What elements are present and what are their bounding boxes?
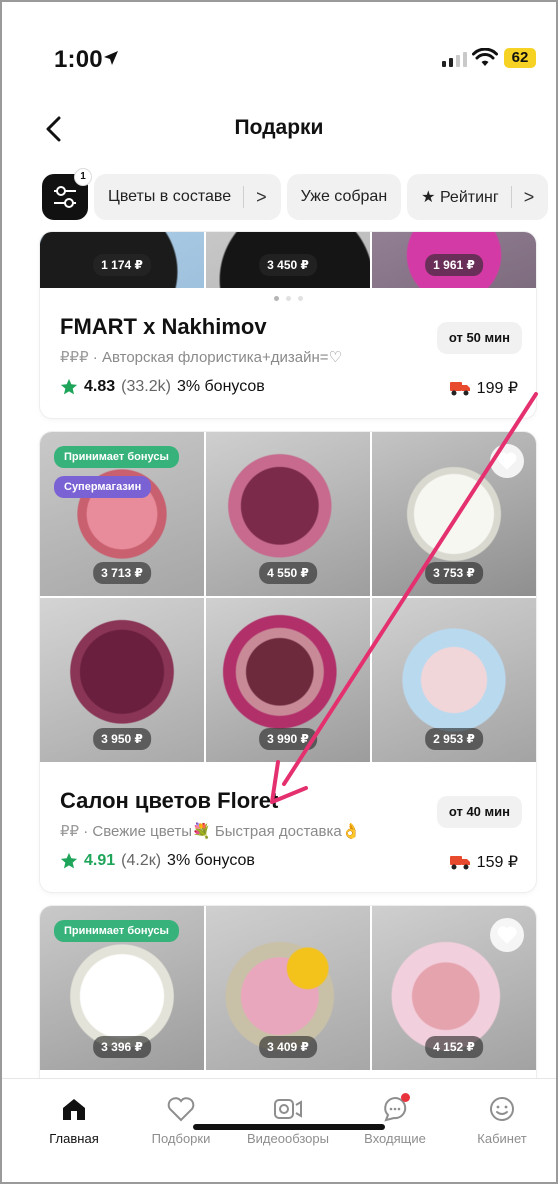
heart-icon [497,452,517,470]
home-indicator[interactable] [193,1124,385,1130]
product-tile[interactable]: 4 550 ₽ [206,432,370,596]
product-price: 1 174 ₽ [93,254,151,276]
delivery-fee-value: 199 ₽ [476,380,518,397]
store-card-fmart[interactable]: 1 174 ₽ 3 450 ₽ 1 961 ₽ FMART x Nakhimov… [40,232,536,418]
tab-inbox[interactable]: Входящие [345,1091,445,1146]
product-tile[interactable]: 3 409 ₽ [206,906,370,1070]
delivery-time-badge: от 40 мин [436,796,522,828]
product-price: 3 409 ₽ [259,1036,317,1058]
store-name[interactable]: FMART x Nakhimov [60,314,267,340]
wifi-icon [472,48,498,66]
location-arrow-icon [104,51,118,65]
status-bar: 1:00 62 [2,2,556,102]
store-name[interactable]: Салон цветов Floret [60,788,278,814]
notification-dot [401,1093,410,1102]
product-tile[interactable]: 1 961 ₽ [372,232,536,288]
bonus-label: 3% бонусов [167,852,255,869]
delivery-truck-icon [449,382,470,396]
store-rating: 4.83 [84,378,116,395]
delivery-truck-icon [449,856,470,870]
tab-video-reviews[interactable]: Видеообзоры [238,1091,338,1146]
heart-icon [167,1097,195,1122]
profile-icon [490,1097,514,1121]
chip-label: Уже собран [300,188,388,205]
store-rating: 4.91 [84,852,116,869]
product-price: 4 550 ₽ [259,562,317,584]
bottom-tab-bar: Главная Подборки Видеообзоры Входящие Ка… [2,1078,556,1182]
product-tile[interactable]: 3 753 ₽ [372,432,536,596]
heart-icon [497,926,517,944]
tab-label: Входящие [364,1131,426,1146]
store-tagline: · Свежие цветы💐 Быстрая доставка👌 [79,823,361,840]
page-title: Подарки [234,116,324,139]
bonus-label: 3% бонусов [176,378,265,395]
price-level: ₽₽ [60,823,80,840]
product-tile[interactable]: 4 152 ₽ [372,906,536,1070]
tab-profile[interactable]: Кабинет [452,1091,552,1146]
tab-label: Кабинет [477,1131,527,1146]
rating-row: 4.91 (4.2к) 3% бонусов [60,852,255,870]
cellular-signal-icon [442,52,467,67]
product-tile[interactable]: 1 174 ₽ [40,232,204,288]
filter-count-badge: 1 [74,168,92,186]
product-price: 3 753 ₽ [425,562,483,584]
product-price: 3 950 ₽ [93,728,151,750]
product-tile[interactable]: 3 450 ₽ [206,232,370,288]
tab-label: Подборки [151,1131,211,1146]
review-count: (33.2k) [121,378,171,395]
chevron-right-icon: > [523,186,535,207]
delivery-time-badge: от 50 мин [436,322,522,354]
video-icon [274,1099,302,1119]
home-icon [63,1099,85,1120]
rating-row: 4.83 (33.2k) 3% бонусов [60,378,265,396]
delivery-fee-value: 159 ₽ [476,854,518,871]
page-header: Подарки [2,102,556,162]
chip-flowers-composition[interactable]: Цветы в составе > [94,174,281,220]
store-card-third[interactable]: Принимает бонусы 3 396 ₽ 3 409 ₽ 4 152 ₽ [40,906,536,1078]
favorite-button[interactable] [490,918,524,952]
store-card-floret[interactable]: Принимает бонусы Супермагазин 3 713 ₽ 4 … [40,432,536,892]
product-tile[interactable]: 3 990 ₽ [206,598,370,762]
chip-already-assembled[interactable]: Уже собран [286,174,402,220]
price-level: ₽₽₽ [60,349,89,366]
star-icon [60,852,78,869]
product-price: 1 961 ₽ [425,254,483,276]
store-description: ₽₽₽ · Авторская флористика+дизайн=♡ [60,348,342,366]
carousel-dots [40,296,536,301]
filter-bar: 1 Цветы в составе > Уже собран ★ Рейтинг… [42,168,549,224]
delivery-fee: 159 ₽ [449,852,518,872]
accepts-bonus-badge: Принимает бонусы [54,446,179,468]
chevron-right-icon: > [256,186,267,207]
favorite-button[interactable] [490,444,524,478]
app-screen: 1:00 62 Подарки 1 Цветы в составе > Уже … [0,0,558,1184]
product-price: 3 396 ₽ [93,1036,151,1058]
chip-rating[interactable]: ★ Рейтинг > [407,174,549,220]
status-time: 1:00 [54,46,103,73]
product-price: 2 953 ₽ [425,728,483,750]
tab-label: Главная [49,1131,99,1146]
supermarket-badge: Супермагазин [54,476,152,498]
chip-label: ★ Рейтинг [421,189,499,206]
product-tile[interactable]: 2 953 ₽ [372,598,536,762]
product-price: 4 152 ₽ [425,1036,483,1058]
product-tile[interactable]: 3 950 ₽ [40,598,204,762]
review-count: (4.2к) [121,852,162,869]
tab-home[interactable]: Главная [24,1091,124,1146]
product-tile[interactable]: Принимает бонусы 3 396 ₽ [40,906,204,1070]
filter-settings-button[interactable]: 1 [42,168,92,220]
product-price: 3 713 ₽ [93,562,151,584]
product-price: 3 990 ₽ [259,728,317,750]
product-tile[interactable]: Принимает бонусы Супермагазин 3 713 ₽ [40,432,204,596]
delivery-fee: 199 ₽ [449,378,518,398]
store-description: ₽₽ · Свежие цветы💐 Быстрая доставка👌 [60,822,360,840]
tab-collections[interactable]: Подборки [131,1091,231,1146]
battery-indicator: 62 [504,48,536,68]
accepts-bonus-badge: Принимает бонусы [54,920,179,942]
star-icon [60,378,78,395]
store-tagline: · Авторская флористика+дизайн=♡ [88,349,342,366]
tab-label: Видеообзоры [247,1131,329,1146]
chip-label: Цветы в составе [108,188,232,205]
product-price: 3 450 ₽ [259,254,317,276]
